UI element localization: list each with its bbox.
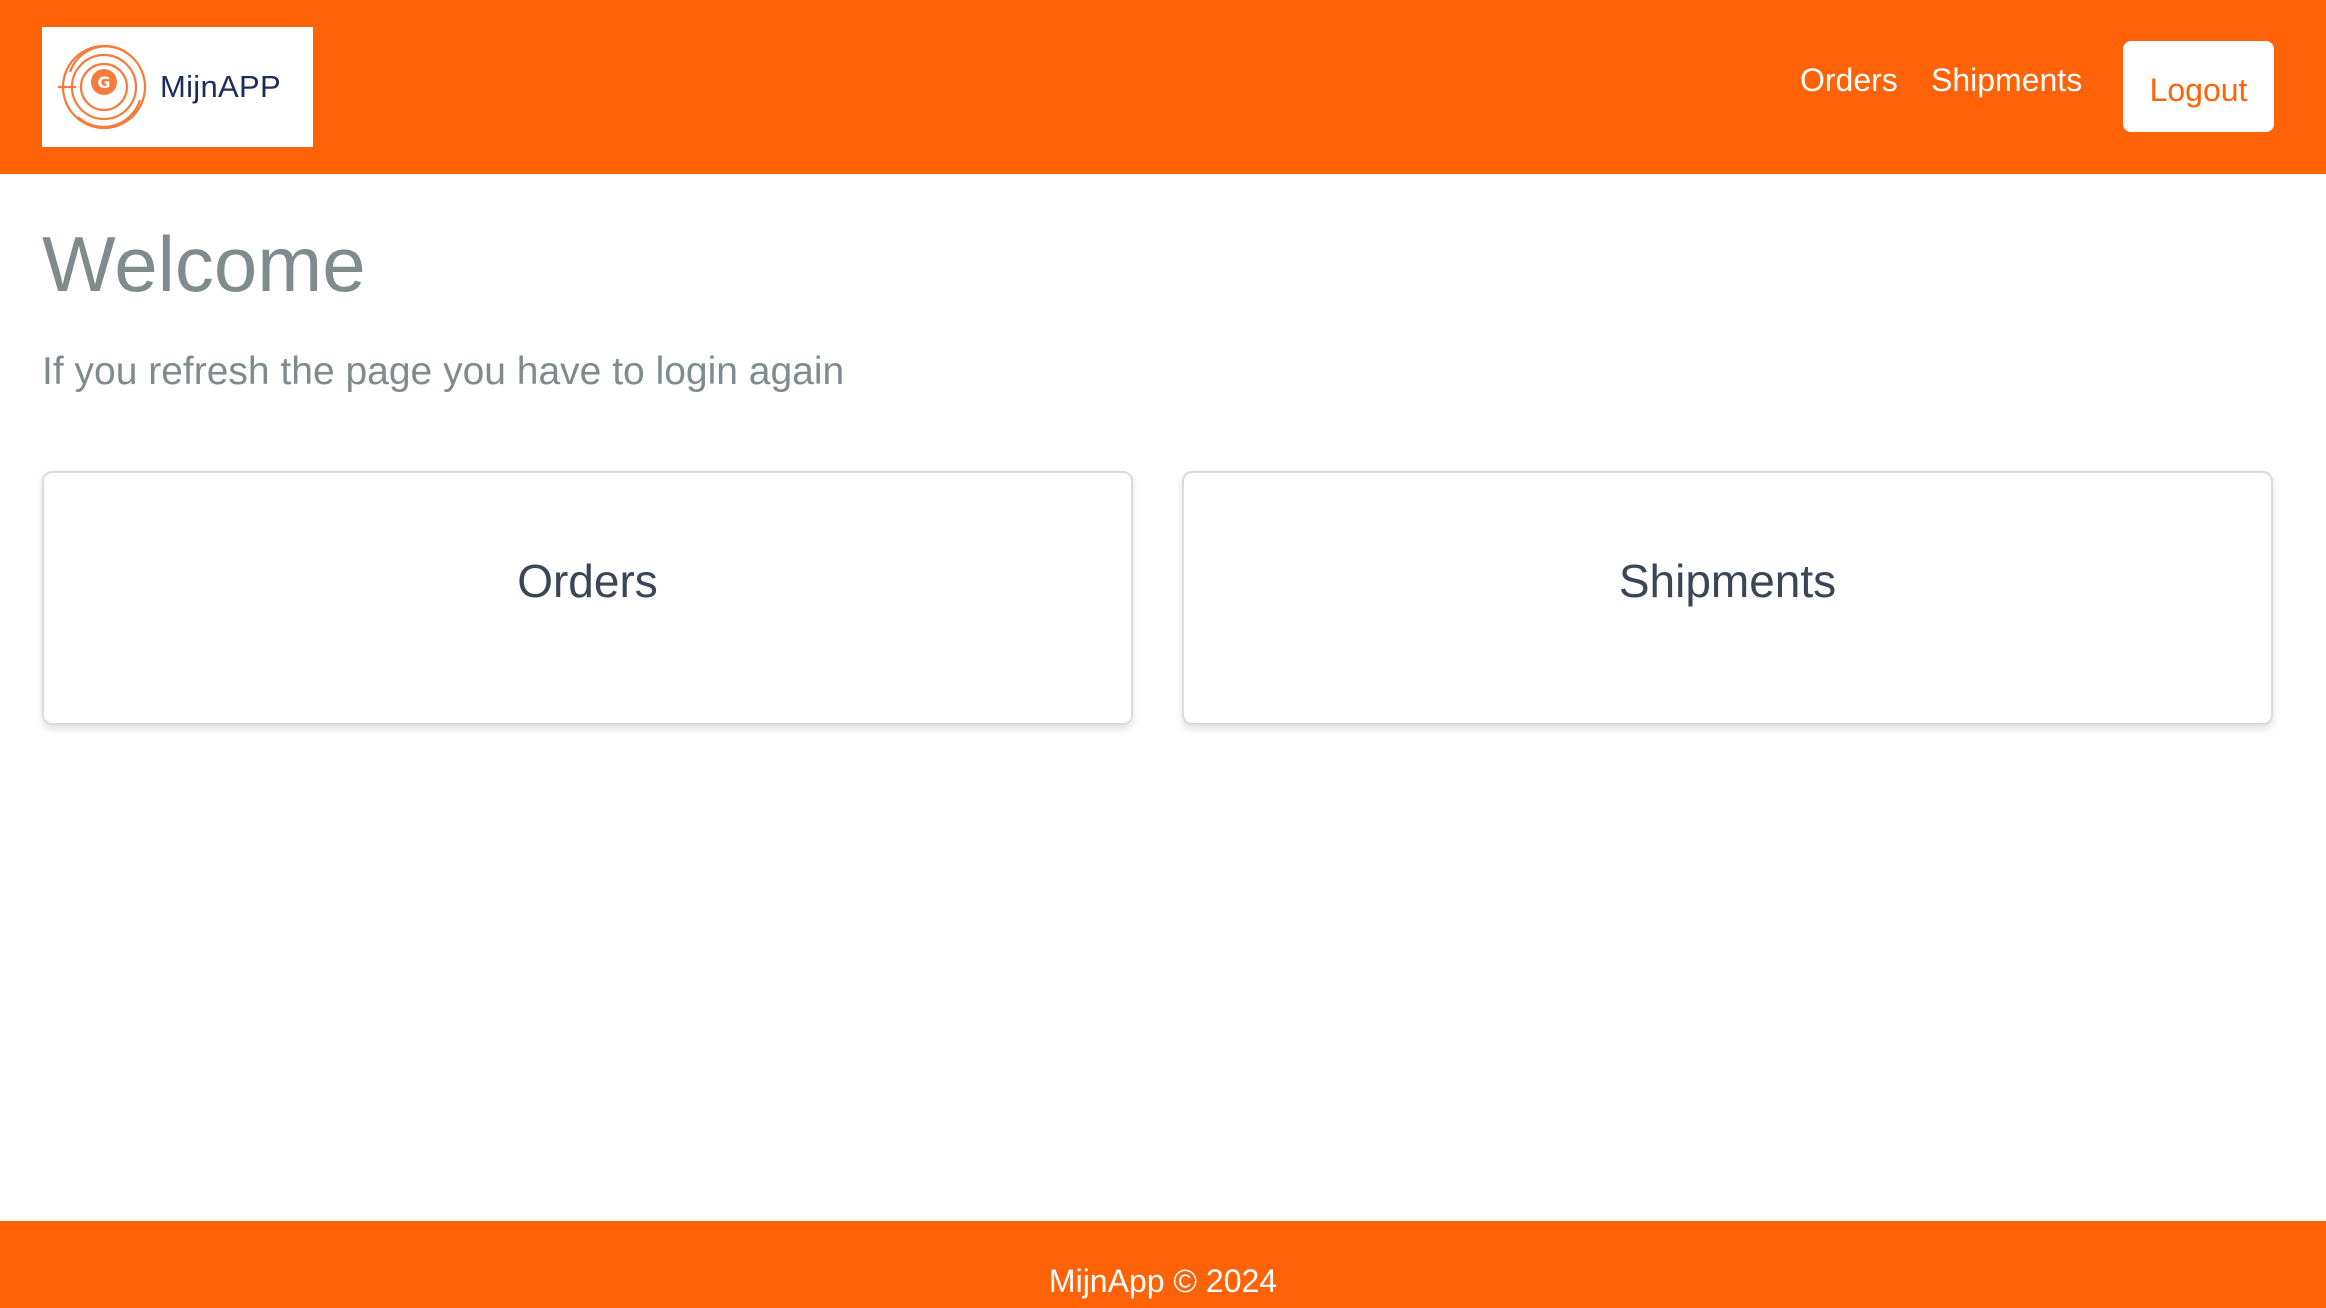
- shipments-card[interactable]: Shipments: [1182, 471, 2273, 725]
- page-title: Welcome: [42, 220, 366, 308]
- nav-link-orders[interactable]: Orders: [1800, 58, 1898, 102]
- logout-button[interactable]: Logout: [2123, 41, 2274, 132]
- brand-logo[interactable]: G MijnAPP: [42, 27, 313, 147]
- svg-text:G: G: [97, 73, 110, 92]
- footer-copyright: MijnApp © 2024: [1048, 1263, 1278, 1299]
- nav-link-shipments[interactable]: Shipments: [1931, 58, 2082, 102]
- page: G MijnAPP Orders Shipments Logout Welcom…: [0, 0, 2326, 1308]
- top-navbar: G MijnAPP Orders Shipments Logout: [0, 0, 2326, 174]
- footer: MijnApp © 2024: [0, 1221, 2326, 1308]
- logo-text: MijnAPP: [160, 69, 281, 104]
- orders-card-title: Orders: [517, 555, 658, 607]
- orders-card[interactable]: Orders: [42, 471, 1133, 725]
- page-subtitle: If you refresh the page you have to logi…: [42, 350, 845, 393]
- logo-target-icon: G: [56, 42, 152, 132]
- shipments-card-title: Shipments: [1618, 555, 1837, 607]
